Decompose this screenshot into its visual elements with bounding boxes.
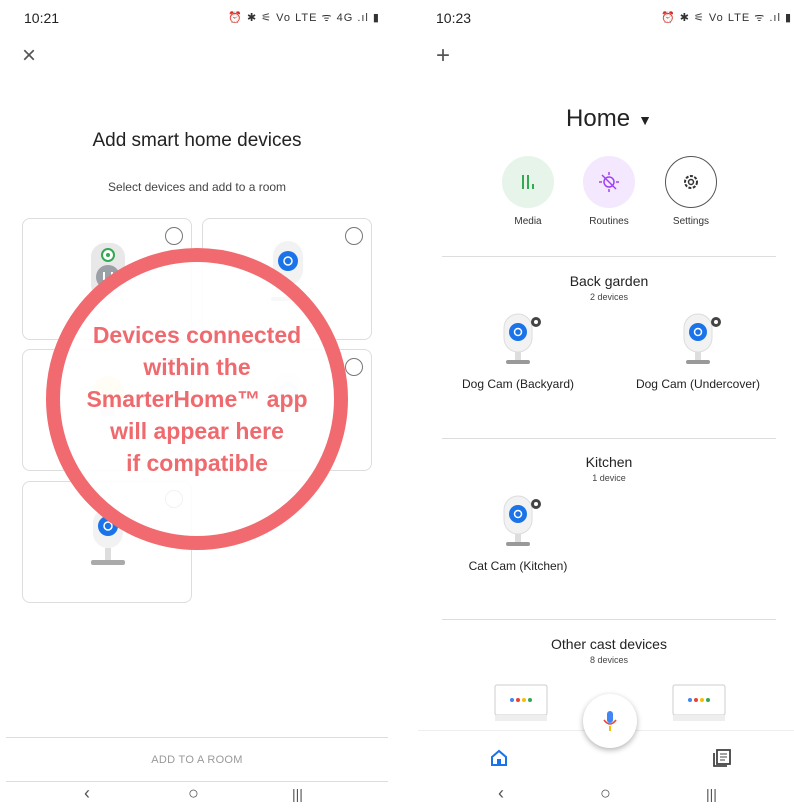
microphone-button[interactable] (583, 694, 637, 748)
notice-line: within the (143, 354, 251, 380)
notice-line: Devices connected (92, 322, 302, 348)
room-title[interactable]: Kitchen (418, 454, 794, 470)
home-name: Home (566, 105, 631, 132)
room-device-count: 2 devices (589, 292, 629, 302)
home-screen: 10:23 ⏰ ✱ ⚟ Vo LTE ᯤ .ıl ▮ + Home ▼ Media… (418, 0, 794, 809)
media-label: Media (514, 216, 542, 227)
smart-display-icon[interactable] (672, 684, 726, 728)
add-icon[interactable]: + (436, 44, 450, 68)
close-icon[interactable]: × (22, 44, 36, 68)
dropdown-caret-icon: ▼ (638, 111, 652, 128)
notice-text: Devices connected within the SmarterHome… (72, 319, 322, 479)
status-bar: 10:21 ⏰ ✱ ⚟ Vo LTE ᯤ 4G .ıl ▮ (6, 0, 388, 36)
recents-icon[interactable]: ||| (292, 786, 303, 802)
device-name: Cat Cam (Kitchen) (468, 559, 568, 573)
section-divider (442, 438, 776, 439)
device-name: Dog Cam (Backyard) (461, 377, 575, 391)
room-device-count: 8 devices (589, 655, 629, 665)
home-nav-icon[interactable]: ○ (188, 783, 199, 804)
page-title: Add smart home devices (92, 130, 302, 151)
settings-button[interactable]: Settings (656, 156, 726, 227)
room-title[interactable]: Other cast devices (418, 636, 794, 652)
routines-label: Routines (589, 216, 629, 227)
compatibility-notice: Devices connected within the SmarterHome… (46, 248, 348, 550)
back-icon[interactable]: ‹ (84, 783, 90, 804)
home-selector[interactable]: Home ▼ (418, 105, 794, 133)
smart-display-icon[interactable] (494, 684, 548, 728)
notice-line: SmarterHome™ app (86, 386, 308, 412)
settings-label: Settings (672, 216, 710, 227)
system-nav-bar: ‹ ○ ||| (6, 775, 388, 809)
camera-icon (503, 313, 541, 364)
routines-icon (583, 156, 635, 208)
status-bar: 10:23 ⏰ ✱ ⚟ Vo LTE ᯤ .ıl ▮ (418, 0, 794, 36)
room-device-count: 1 device (592, 473, 626, 483)
media-icon (502, 156, 554, 208)
back-icon[interactable]: ‹ (498, 783, 504, 804)
gear-icon (665, 156, 717, 208)
status-icons: ⏰ ✱ ⚟ Vo LTE ᯤ 4G .ıl ▮ (228, 12, 380, 24)
device-tile[interactable]: Cat Cam (Kitchen) (443, 494, 593, 573)
media-button[interactable]: Media (493, 156, 563, 227)
notice-line: if compatible (126, 450, 268, 476)
camera-icon (683, 313, 721, 364)
status-time: 10:21 (24, 10, 60, 26)
section-divider (442, 619, 776, 620)
routines-button[interactable]: Routines (574, 156, 644, 227)
feed-tab-icon[interactable] (712, 748, 732, 768)
device-tile[interactable]: Dog Cam (Undercover) (623, 312, 773, 391)
system-nav-bar: ‹ ○ ||| (418, 775, 794, 809)
status-time: 10:23 (436, 10, 472, 26)
select-radio[interactable] (345, 358, 363, 376)
camera-icon (503, 495, 541, 546)
select-radio[interactable] (165, 227, 183, 245)
home-tab-icon[interactable] (490, 749, 508, 767)
status-icons: ⏰ ✱ ⚟ Vo LTE ᯤ .ıl ▮ (660, 12, 792, 24)
device-name: Dog Cam (Undercover) (635, 377, 761, 391)
recents-icon[interactable]: ||| (706, 786, 717, 802)
section-divider (442, 256, 776, 257)
room-title[interactable]: Back garden (418, 273, 794, 289)
microphone-icon (603, 711, 617, 731)
page-subtitle: Select devices and add to a room (107, 180, 287, 194)
add-devices-screen: 10:21 ⏰ ✱ ⚟ Vo LTE ᯤ 4G .ıl ▮ × Add smar… (6, 0, 388, 809)
home-nav-icon[interactable]: ○ (600, 783, 611, 804)
device-tile[interactable]: Dog Cam (Backyard) (443, 312, 593, 391)
notice-line: will appear here (110, 418, 284, 444)
select-radio[interactable] (345, 227, 363, 245)
